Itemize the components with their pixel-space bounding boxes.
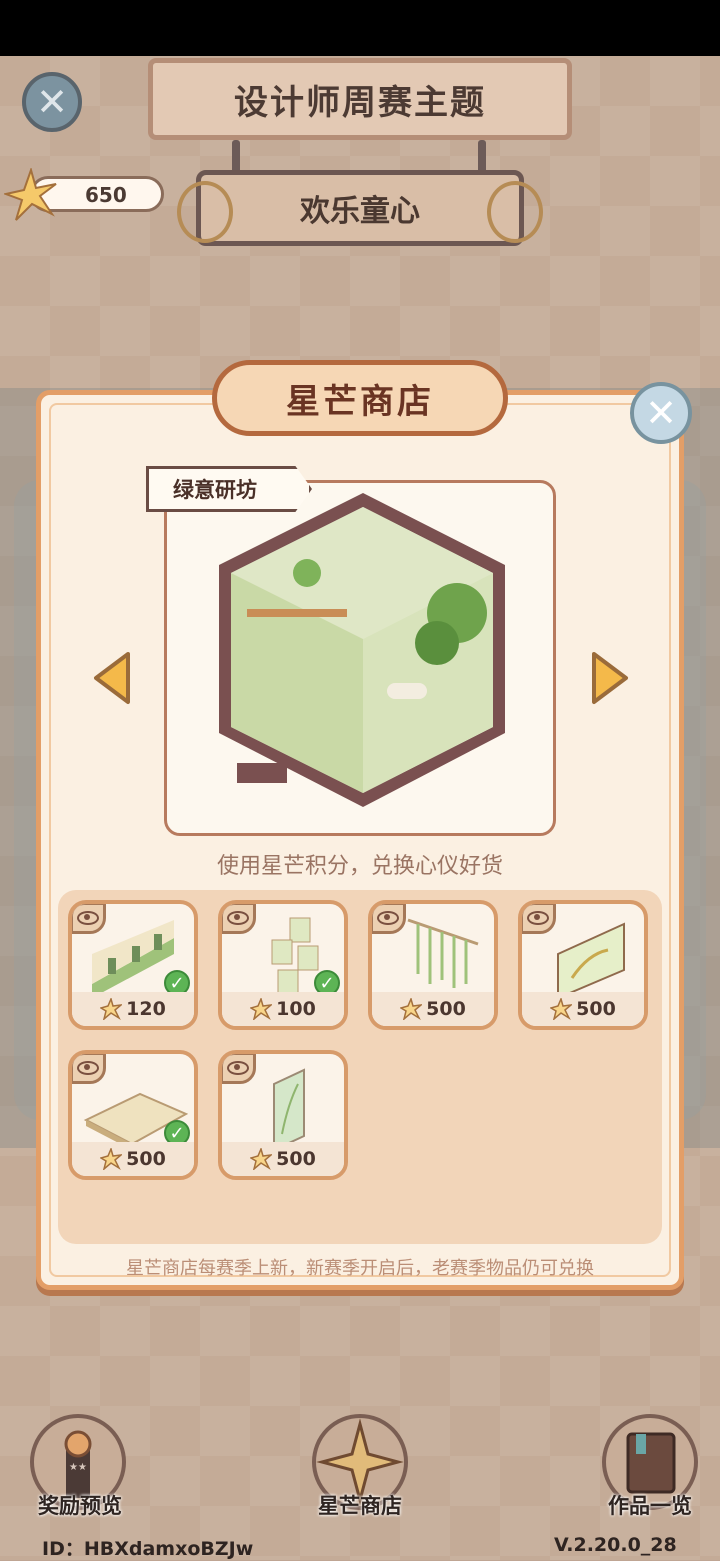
shop-item-card[interactable]: 500: [218, 1050, 348, 1180]
shop-title-banner: 星芒商店: [212, 360, 508, 436]
star-currency-icon: [100, 1148, 123, 1170]
item-price: 500: [522, 992, 644, 1026]
rewards-preview-label[interactable]: 奖励预览: [10, 1490, 150, 1520]
preview-eye-icon[interactable]: [72, 1054, 106, 1084]
shop-item-card[interactable]: 500: [518, 900, 648, 1030]
close-icon: ✕: [645, 391, 677, 435]
shop-close-button[interactable]: ✕: [630, 382, 692, 444]
shop-item-card[interactable]: 500: [368, 900, 498, 1030]
room-illustration: [219, 493, 505, 807]
preview-eye-icon[interactable]: [372, 904, 406, 934]
theme-name-plaque: 欢乐童心: [177, 170, 543, 246]
featured-item-tag: 绿意研坊: [146, 466, 312, 512]
shop-item-card[interactable]: ✓ 500: [68, 1050, 198, 1180]
item-price: 100: [222, 992, 344, 1026]
star-points-value: 650: [85, 183, 127, 207]
item-price: 500: [222, 1142, 344, 1176]
shop-item-card[interactable]: ✓ 100: [218, 900, 348, 1030]
item-price-value: 100: [276, 998, 316, 1020]
item-price-value: 120: [126, 998, 166, 1020]
preview-eye-icon[interactable]: [222, 904, 256, 934]
item-price-value: 500: [126, 1148, 166, 1170]
user-id: ID：HBXdamxoBZJw: [42, 1538, 254, 1560]
item-price: 500: [72, 1142, 194, 1176]
top-close-button[interactable]: ✕: [22, 72, 82, 132]
svg-text:★★: ★★: [69, 1462, 87, 1473]
featured-room-preview[interactable]: [164, 480, 556, 836]
app-version: V.2.20.0_28: [554, 1534, 677, 1556]
star-currency-icon: [250, 1148, 273, 1170]
preview-eye-icon[interactable]: [72, 904, 106, 934]
next-arrow-button[interactable]: [590, 650, 630, 706]
status-bar: [0, 0, 720, 56]
item-price-value: 500: [576, 998, 616, 1020]
theme-name: 欢乐童心: [300, 194, 420, 229]
star-shop-nav-label[interactable]: 星芒商店: [290, 1490, 430, 1520]
close-icon: ✕: [36, 80, 68, 124]
featured-item-name: 绿意研坊: [173, 478, 257, 502]
star-points-icon: [4, 168, 57, 221]
item-price: 120: [72, 992, 194, 1026]
shop-footer-note: 星芒商店每赛季上新，新赛季开启后，老赛季物品仍可兑换: [126, 1258, 594, 1279]
preview-eye-icon[interactable]: [522, 904, 556, 934]
item-price: 500: [372, 992, 494, 1026]
star-currency-icon: [250, 998, 273, 1020]
shop-subtitle: 使用星芒积分，兑换心仪好货: [216, 854, 503, 879]
weekly-theme-title-plaque: 设计师周赛主题: [148, 58, 572, 140]
item-price-value: 500: [426, 998, 466, 1020]
works-overview-label[interactable]: 作品一览: [580, 1490, 720, 1520]
star-currency-icon: [550, 998, 573, 1020]
star-currency-icon: [100, 998, 123, 1020]
shop-item-card[interactable]: ✓ 120: [68, 900, 198, 1030]
prev-arrow-button[interactable]: [92, 650, 132, 706]
shop-title: 星芒商店: [286, 381, 434, 422]
star-currency-icon: [400, 998, 423, 1020]
weekly-theme-title: 设计师周赛主题: [234, 82, 486, 123]
preview-eye-icon[interactable]: [222, 1054, 256, 1084]
item-price-value: 500: [276, 1148, 316, 1170]
